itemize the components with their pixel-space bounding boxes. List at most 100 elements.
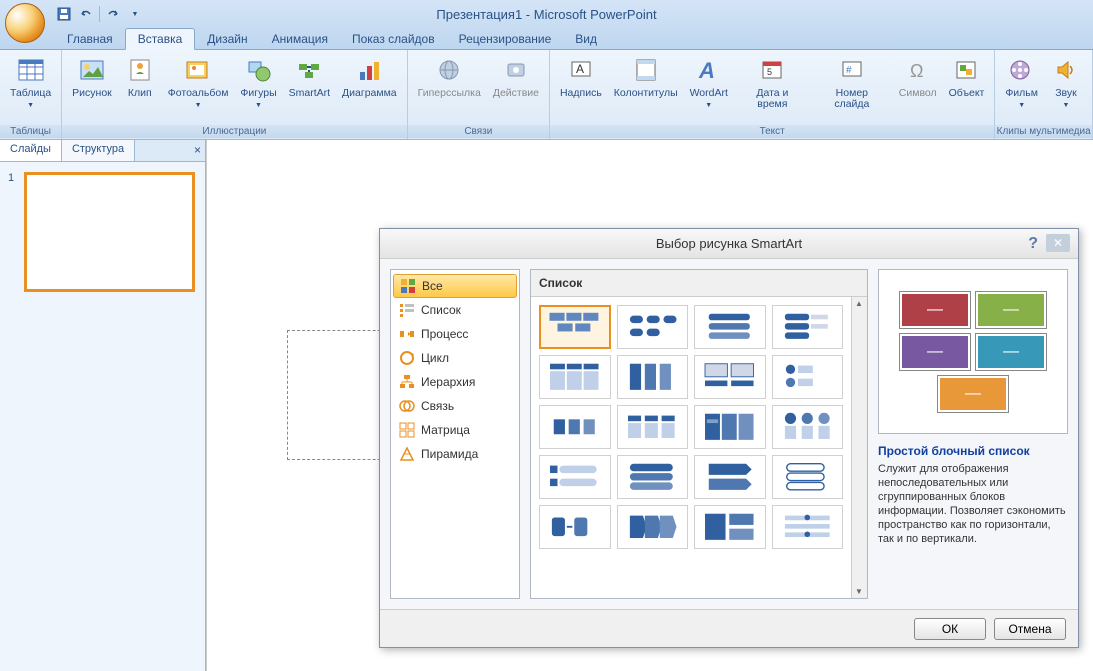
- panel-close-icon[interactable]: ×: [194, 143, 201, 157]
- cat-pyramid[interactable]: Пирамида: [391, 442, 519, 466]
- shapes-label: Фигуры: [240, 87, 276, 99]
- ribbon-tabs: Главная Вставка Дизайн Анимация Показ сл…: [0, 28, 1093, 50]
- save-icon[interactable]: [55, 5, 73, 23]
- smartart-icon: [293, 54, 325, 86]
- list-icon: [399, 302, 415, 318]
- cat-all-label: Все: [422, 279, 443, 293]
- table-label: Таблица: [10, 87, 51, 99]
- preview-description: Служит для отображения непоследовательны…: [878, 462, 1068, 546]
- ok-button[interactable]: ОК: [914, 618, 986, 640]
- title-bar: ▼ Презентация1 - Microsoft PowerPoint: [0, 0, 1093, 28]
- object-icon: [950, 54, 982, 86]
- slide-thumbnail[interactable]: [24, 172, 195, 292]
- undo-icon[interactable]: [77, 5, 95, 23]
- gallery-item[interactable]: [772, 355, 844, 399]
- tab-review[interactable]: Рецензирование: [447, 29, 564, 49]
- cancel-button[interactable]: Отмена: [994, 618, 1066, 640]
- hierarchy-icon: [399, 374, 415, 390]
- cat-pyramid-label: Пирамида: [421, 447, 478, 461]
- wordart-label: WordArt: [690, 87, 728, 99]
- thumb-number: 1: [8, 172, 14, 184]
- group-tables-label: Таблицы: [0, 125, 61, 138]
- window-title: Презентация1 - Microsoft PowerPoint: [436, 7, 656, 22]
- dialog-footer: ОК Отмена: [380, 609, 1078, 647]
- cat-hierarchy[interactable]: Иерархия: [391, 370, 519, 394]
- gallery-item[interactable]: [617, 355, 689, 399]
- tab-view[interactable]: Вид: [563, 29, 609, 49]
- gallery-item[interactable]: [539, 305, 611, 349]
- outline-tab[interactable]: Структура: [62, 140, 135, 161]
- textbox-label: Надпись: [560, 88, 602, 99]
- cat-matrix[interactable]: Матрица: [391, 418, 519, 442]
- redo-icon[interactable]: [104, 5, 122, 23]
- preview-pane: — — — — — Простой блочный список Служит …: [878, 269, 1068, 599]
- office-button[interactable]: [5, 3, 45, 43]
- dialog-help-icon[interactable]: ?: [1028, 235, 1038, 253]
- cat-all[interactable]: Все: [393, 274, 517, 298]
- cat-relationship-label: Связь: [421, 399, 454, 413]
- picture-icon: [76, 54, 108, 86]
- gallery-item[interactable]: [617, 305, 689, 349]
- cat-hierarchy-label: Иерархия: [421, 375, 475, 389]
- group-media-label: Клипы мультимедиа: [995, 125, 1092, 138]
- tab-design[interactable]: Дизайн: [195, 29, 259, 49]
- gallery-item[interactable]: [539, 355, 611, 399]
- qat-dropdown-icon[interactable]: ▼: [126, 5, 144, 23]
- svg-text:5: 5: [767, 67, 772, 77]
- gallery-item[interactable]: [617, 505, 689, 549]
- gallery-item[interactable]: [772, 455, 844, 499]
- cat-relationship[interactable]: Связь: [391, 394, 519, 418]
- smartart-label: SmartArt: [289, 88, 330, 99]
- tab-insert[interactable]: Вставка: [125, 28, 196, 50]
- clip-label: Клип: [128, 88, 152, 99]
- process-icon: [399, 326, 415, 342]
- pyramid-icon: [399, 446, 415, 462]
- gallery-item[interactable]: [694, 355, 766, 399]
- svg-text:A: A: [576, 62, 584, 76]
- gallery-item[interactable]: [772, 305, 844, 349]
- gallery-item[interactable]: [694, 505, 766, 549]
- gallery-item[interactable]: [539, 405, 611, 449]
- picture-label: Рисунок: [72, 88, 112, 99]
- tab-home[interactable]: Главная: [55, 29, 125, 49]
- gallery-item[interactable]: [539, 455, 611, 499]
- slides-tab[interactable]: Слайды: [0, 140, 62, 161]
- slidenum-label: Номер слайда: [817, 88, 887, 110]
- gallery-scrollbar[interactable]: [851, 297, 867, 598]
- cat-process[interactable]: Процесс: [391, 322, 519, 346]
- group-links-label: Связи: [408, 125, 549, 138]
- gallery-item[interactable]: [539, 505, 611, 549]
- gallery-item[interactable]: [694, 405, 766, 449]
- matrix-icon: [399, 422, 415, 438]
- cat-cycle[interactable]: Цикл: [391, 346, 519, 370]
- dialog-close-icon[interactable]: ✕: [1046, 234, 1070, 252]
- movie-icon: [1006, 54, 1038, 86]
- datetime-icon: 5: [756, 54, 788, 86]
- group-illustrations-label: Иллюстрации: [62, 125, 406, 138]
- object-label: Объект: [949, 88, 985, 99]
- gallery-item[interactable]: [617, 405, 689, 449]
- group-text: AНадпись Колонтитулы AWordArt▼ 5Дата и в…: [550, 50, 995, 139]
- gallery-item[interactable]: [694, 455, 766, 499]
- svg-text:Ω: Ω: [910, 61, 923, 81]
- gallery-grid: [531, 297, 851, 598]
- slidenum-icon: #: [836, 54, 868, 86]
- symbol-icon: Ω: [902, 54, 934, 86]
- gallery-item[interactable]: [694, 305, 766, 349]
- headerfooter-icon: [630, 54, 662, 86]
- datetime-label: Дата и время: [740, 88, 805, 110]
- all-icon: [400, 278, 416, 294]
- gallery: Список: [530, 269, 868, 599]
- tab-animation[interactable]: Анимация: [260, 29, 340, 49]
- group-text-label: Текст: [550, 125, 994, 138]
- tab-slideshow[interactable]: Показ слайдов: [340, 29, 447, 49]
- gallery-item[interactable]: [772, 505, 844, 549]
- gallery-item[interactable]: [772, 405, 844, 449]
- dialog-body: Все Список Процесс Цикл Иерархия Связь М…: [380, 259, 1078, 609]
- ribbon: Таблица▼ Таблицы Рисунок Клип Фотоальбом…: [0, 50, 1093, 140]
- photoalbum-icon: [182, 54, 214, 86]
- gallery-item[interactable]: [617, 455, 689, 499]
- preview-image: — — — — —: [878, 269, 1068, 434]
- sound-label: Звук: [1055, 87, 1077, 99]
- cat-list[interactable]: Список: [391, 298, 519, 322]
